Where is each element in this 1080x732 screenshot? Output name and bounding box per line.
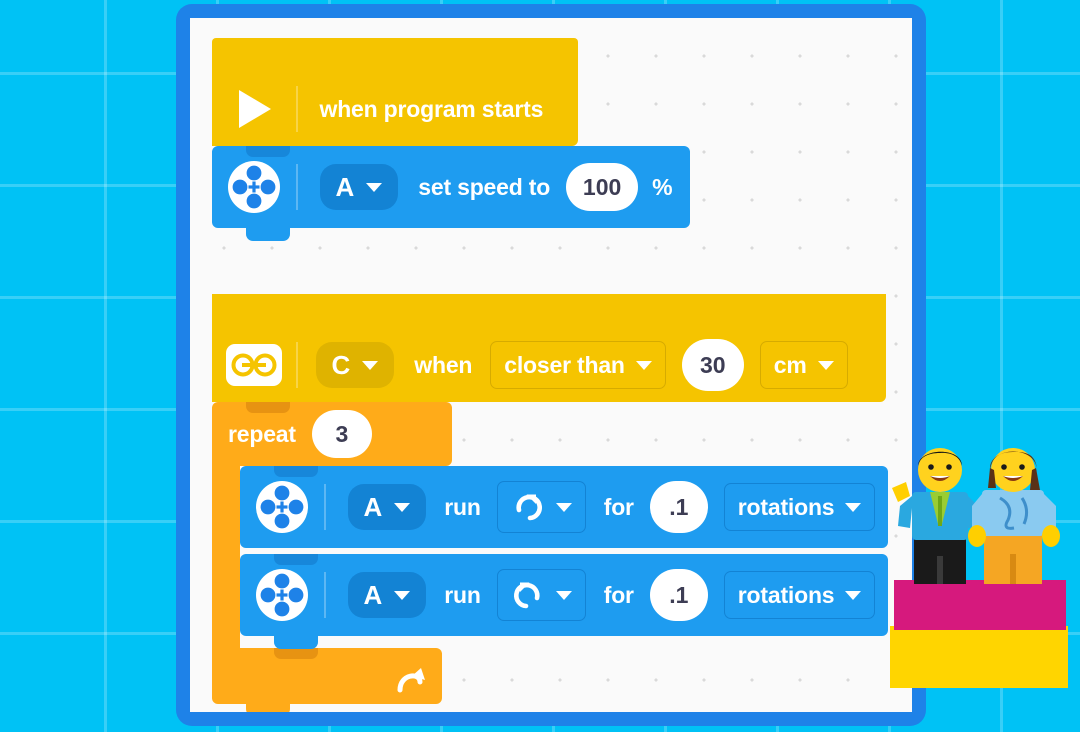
block-divider: [324, 484, 326, 530]
play-icon: [212, 87, 296, 131]
program-canvas[interactable]: when program starts A set speed to 100 %…: [190, 18, 912, 712]
block-divider: [324, 572, 326, 618]
port-label: A: [335, 171, 355, 202]
counterclockwise-arrow-icon: [511, 578, 545, 612]
unit-label: rotations: [737, 493, 835, 520]
block-divider: [296, 164, 298, 210]
chevron-down-icon: [845, 590, 862, 600]
rotations-value-input[interactable]: .1: [649, 569, 708, 621]
condition-label: closer than: [504, 351, 625, 378]
port-label: C: [331, 349, 351, 380]
chevron-down-icon: [555, 590, 572, 600]
loop-arrow-icon: [394, 664, 428, 699]
repeat-label: repeat: [228, 420, 296, 447]
chevron-down-icon: [366, 182, 383, 192]
set-speed-label: set speed to: [418, 173, 551, 200]
hat-dome: [212, 38, 362, 72]
unit-label: cm: [773, 351, 807, 378]
block-divider: [296, 342, 298, 388]
rotation-unit-dropdown[interactable]: rotations: [723, 571, 876, 619]
port-selector-a[interactable]: A: [347, 572, 427, 618]
block-indent: [246, 146, 290, 157]
when-label: when: [414, 351, 473, 378]
block-notch: [246, 228, 290, 241]
motor-icon: [240, 480, 324, 534]
block-notch: [246, 704, 290, 712]
block-when-distance[interactable]: C when closer than 30 cm: [212, 294, 886, 415]
distance-sensor-icon: [212, 343, 296, 387]
clockwise-arrow-icon: [511, 490, 545, 524]
chevron-down-icon: [817, 360, 834, 370]
rotations-value-input[interactable]: .1: [649, 481, 708, 533]
for-label: for: [603, 581, 634, 608]
program-canvas-frame: when program starts A set speed to 100 %…: [176, 4, 926, 726]
distance-unit-dropdown[interactable]: cm: [759, 341, 848, 389]
port-label: A: [363, 579, 383, 610]
block-indent: [274, 466, 318, 477]
direction-dropdown-clockwise[interactable]: [496, 481, 586, 533]
block-run-counterclockwise[interactable]: A run for .1 rotations: [240, 554, 888, 649]
chevron-down-icon: [394, 590, 411, 600]
port-selector-a[interactable]: A: [319, 164, 399, 210]
block-when-program-starts[interactable]: when program starts: [212, 38, 578, 159]
motor-icon: [212, 160, 296, 214]
motor-icon: [240, 568, 324, 622]
condition-dropdown[interactable]: closer than: [490, 341, 666, 389]
repeat-left-spine: [212, 466, 240, 648]
chevron-down-icon: [845, 502, 862, 512]
port-selector-c[interactable]: C: [315, 342, 395, 388]
speed-value-input[interactable]: 100: [566, 163, 639, 211]
app-root: when program starts A set speed to 100 %…: [0, 0, 1080, 732]
block-set-speed[interactable]: A set speed to 100 %: [212, 146, 690, 241]
run-label: run: [444, 581, 481, 608]
block-notch: [274, 636, 318, 649]
block-run-clockwise[interactable]: A run for .1 rotations: [240, 466, 888, 548]
hat-dome: [212, 294, 362, 328]
block-divider: [296, 86, 298, 132]
direction-dropdown-counterclockwise[interactable]: [496, 569, 586, 621]
for-label: for: [603, 493, 634, 520]
distance-value-input[interactable]: 30: [681, 339, 744, 391]
block-indent: [274, 648, 318, 659]
chevron-down-icon: [362, 360, 379, 370]
chevron-down-icon: [635, 360, 652, 370]
port-selector-a[interactable]: A: [347, 484, 427, 530]
port-label: A: [363, 491, 383, 522]
run-label: run: [444, 493, 481, 520]
chevron-down-icon: [394, 502, 411, 512]
when-program-starts-label: when program starts: [319, 95, 544, 122]
rotation-unit-dropdown[interactable]: rotations: [723, 483, 876, 531]
lego-minifigures: [884, 444, 1080, 694]
percent-unit-label: %: [652, 173, 673, 200]
chevron-down-icon: [555, 502, 572, 512]
repeat-count-input[interactable]: 3: [311, 410, 372, 458]
block-indent: [274, 554, 318, 565]
unit-label: rotations: [737, 581, 835, 608]
